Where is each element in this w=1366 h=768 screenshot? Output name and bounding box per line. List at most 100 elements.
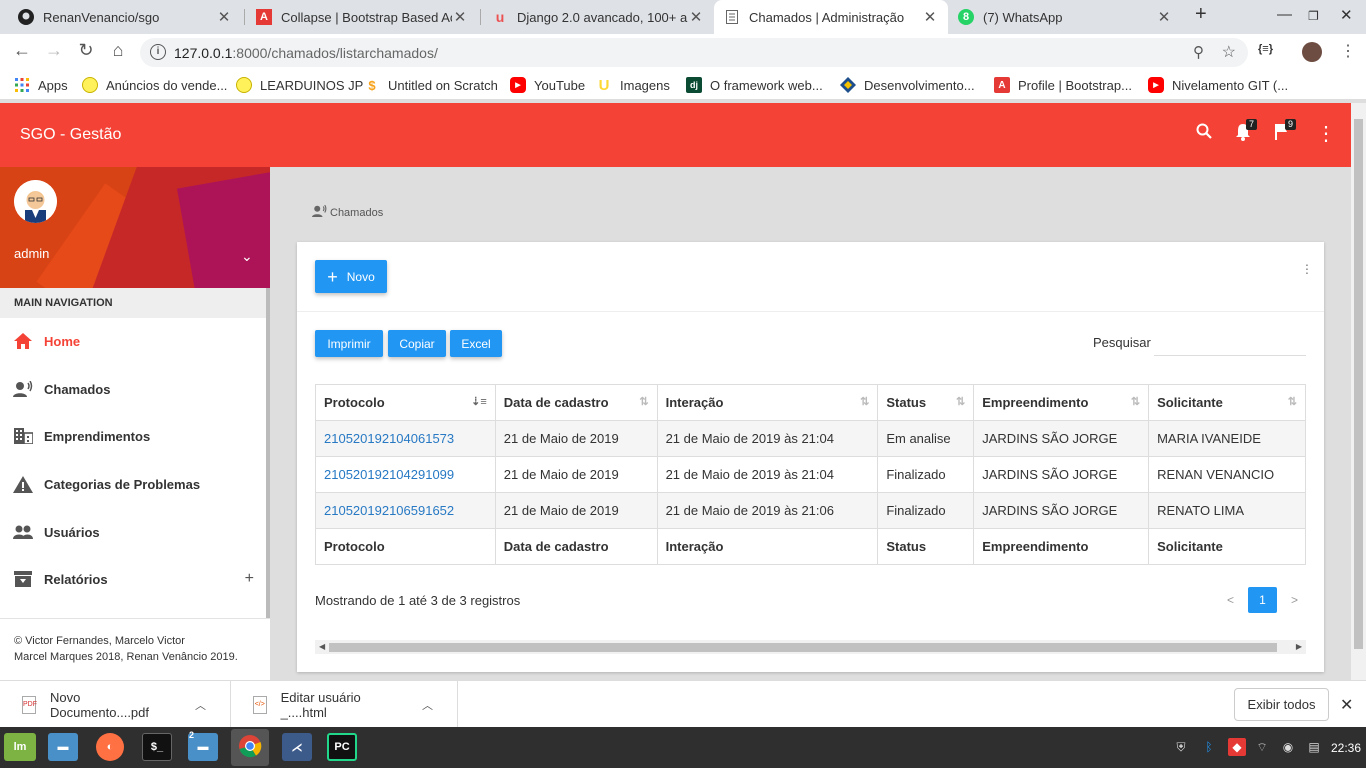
chrome-taskbar-button[interactable]: [231, 729, 269, 766]
copy-button[interactable]: Copiar: [388, 330, 446, 357]
bookmark-star-icon[interactable]: ☆: [1222, 42, 1236, 62]
breadcrumb-label[interactable]: Chamados: [330, 207, 383, 219]
username[interactable]: admin: [14, 246, 49, 261]
reload-icon[interactable]: ↻: [74, 40, 98, 61]
bookmark-nivelamento-git[interactable]: ▶ Nivelamento GIT (...: [1148, 77, 1288, 93]
mysql-workbench-icon[interactable]: ⋌: [282, 733, 312, 761]
download-item-pdf[interactable]: PDF Novo Documento....pdf ︿: [0, 681, 231, 728]
anydesk-icon[interactable]: ◆: [1228, 738, 1246, 756]
pycharm-icon[interactable]: PC: [327, 733, 357, 761]
tab-whatsapp[interactable]: 8 (7) WhatsApp ✕: [948, 0, 1182, 34]
terminal-icon[interactable]: $_: [142, 733, 172, 761]
close-icon[interactable]: ✕: [1156, 8, 1172, 26]
card-menu-icon[interactable]: · · ·: [1304, 257, 1310, 279]
close-icon[interactable]: ✕: [452, 8, 468, 26]
search-icon[interactable]: [1196, 123, 1212, 144]
scroll-right-icon[interactable]: ▶: [1296, 640, 1302, 654]
restore-button[interactable]: ❐: [1308, 9, 1319, 23]
tab-django-course[interactable]: u Django 2.0 avancado, 100+ au ✕: [482, 0, 714, 34]
search-input[interactable]: [1154, 328, 1306, 356]
app-brand[interactable]: SGO - Gestão: [20, 126, 121, 144]
close-icon[interactable]: ✕: [1340, 695, 1353, 715]
bookmark-django[interactable]: dj O framework web...: [686, 77, 823, 93]
bookmark-learduinos[interactable]: LEARDUINOS JP: [236, 77, 363, 93]
extension-json-icon[interactable]: {≡}: [1258, 43, 1273, 55]
folder-icon[interactable]: 2 ▬: [188, 730, 218, 761]
page-prev[interactable]: <: [1227, 593, 1234, 607]
sidebar-item-categorias[interactable]: Categorias de Problemas: [0, 464, 266, 504]
sidebar-item-chamados[interactable]: Chamados: [0, 369, 266, 409]
table-horizontal-scrollbar[interactable]: ◀ ▶: [315, 640, 1306, 654]
bookmark-anuncios[interactable]: Anúncios do vende...: [82, 77, 227, 93]
back-icon[interactable]: ←: [10, 40, 34, 61]
firefox-icon[interactable]: ◐: [96, 733, 124, 761]
chevron-down-icon[interactable]: ⌄: [241, 248, 253, 265]
browser-tab-strip: RenanVenancio/sgo ✕ A Collapse | Bootstr…: [0, 0, 1366, 34]
sidebar-item-emprendimentos[interactable]: Emprendimentos: [0, 416, 266, 456]
col-status[interactable]: Status ⇅: [877, 384, 975, 421]
clipboard-icon[interactable]: ▤: [1305, 738, 1323, 756]
protocolo-link[interactable]: 210520192104291099: [324, 467, 454, 482]
shield-icon[interactable]: ⛨: [1172, 738, 1190, 756]
scroll-thumb[interactable]: [329, 643, 1277, 652]
tasks-button[interactable]: 9: [1274, 119, 1297, 146]
col-interacao[interactable]: Interação ⇅: [656, 384, 879, 421]
tab-github[interactable]: RenanVenancio/sgo ✕: [8, 0, 242, 34]
col-label: Empreendimento: [982, 395, 1089, 410]
window-close-button[interactable]: ✕: [1340, 6, 1353, 24]
minimize-button[interactable]: —: [1277, 6, 1292, 23]
clock[interactable]: 22:36: [1331, 741, 1361, 755]
home-button-icon[interactable]: ⌂: [106, 40, 130, 61]
bookmark-profile-bootstrap[interactable]: A Profile | Bootstrap...: [994, 77, 1132, 93]
bookmark-scratch[interactable]: $ Untitled on Scratch: [364, 77, 497, 93]
scroll-thumb[interactable]: [1354, 119, 1363, 649]
more-vert-icon[interactable]: ⋮: [1316, 121, 1336, 146]
print-button[interactable]: Imprimir: [315, 330, 383, 357]
zoom-icon[interactable]: ⚲: [1193, 43, 1204, 61]
site-info-icon[interactable]: i: [150, 44, 166, 60]
close-icon[interactable]: ✕: [922, 8, 938, 26]
scroll-left-icon[interactable]: ◀: [319, 640, 325, 654]
bookmark-imagens[interactable]: U Imagens: [596, 77, 670, 94]
download-item-html[interactable]: </> Editar usuário _....html ︿: [231, 681, 458, 728]
tab-chamados[interactable]: Chamados | Administração ✕: [714, 0, 948, 34]
sidebar-item-usuarios[interactable]: Usuários: [0, 512, 266, 552]
adminbsb-icon: A: [994, 77, 1010, 93]
chevron-up-icon[interactable]: ︿: [422, 697, 433, 713]
bookmark-desenvolvimento[interactable]: Desenvolvimento...: [840, 77, 975, 93]
bookmark-apps[interactable]: Apps: [14, 77, 68, 93]
col-empreendimento[interactable]: Empreendimento ⇅: [973, 384, 1150, 421]
chrome-menu-icon[interactable]: ⋮: [1340, 41, 1356, 61]
protocolo-link[interactable]: 210520192104061573: [324, 431, 454, 446]
col-data-cadastro[interactable]: Data de cadastro ⇅: [494, 384, 658, 421]
sidebar-item-home[interactable]: Home: [0, 321, 266, 361]
bluetooth-icon[interactable]: ᛒ: [1200, 738, 1218, 756]
excel-button[interactable]: Excel: [450, 330, 502, 357]
show-all-downloads-button[interactable]: Exibir todos: [1234, 688, 1329, 721]
new-tab-button[interactable]: +: [1195, 3, 1207, 26]
new-button[interactable]: + Novo: [315, 260, 387, 293]
tab-collapse-bootstrap[interactable]: A Collapse | Bootstrap Based Ac ✕: [246, 0, 478, 34]
col-solicitante[interactable]: Solicitante ⇅: [1148, 384, 1306, 421]
notifications-button[interactable]: 7: [1235, 119, 1258, 146]
forward-icon[interactable]: →: [42, 40, 66, 61]
files-icon[interactable]: ▬: [48, 733, 78, 761]
wifi-icon[interactable]: ⌔: [1253, 738, 1271, 756]
expand-plus-icon[interactable]: +: [245, 570, 254, 588]
profile-avatar[interactable]: [1302, 42, 1322, 62]
foot-status: Status: [877, 528, 975, 565]
sidebar-item-relatorios[interactable]: Relatórios +: [0, 559, 266, 599]
protocolo-link[interactable]: 210520192106591652: [324, 503, 454, 518]
close-icon[interactable]: ✕: [216, 8, 232, 26]
bookmark-youtube[interactable]: ▶ YouTube: [510, 77, 585, 93]
chevron-up-icon[interactable]: ︿: [195, 697, 206, 713]
power-icon[interactable]: ◉: [1279, 738, 1297, 756]
page-current[interactable]: 1: [1248, 587, 1278, 613]
col-protocolo[interactable]: Protocolo ⇣≡: [315, 384, 496, 421]
close-icon[interactable]: ✕: [688, 8, 704, 26]
address-bar[interactable]: i 127.0.0.1:8000/chamados/listarchamados…: [140, 38, 1248, 67]
sidebar-scrollbar[interactable]: [266, 288, 270, 618]
mint-menu-icon[interactable]: lm: [4, 733, 36, 761]
page-vertical-scrollbar[interactable]: [1351, 103, 1366, 680]
page-next[interactable]: >: [1291, 593, 1298, 607]
